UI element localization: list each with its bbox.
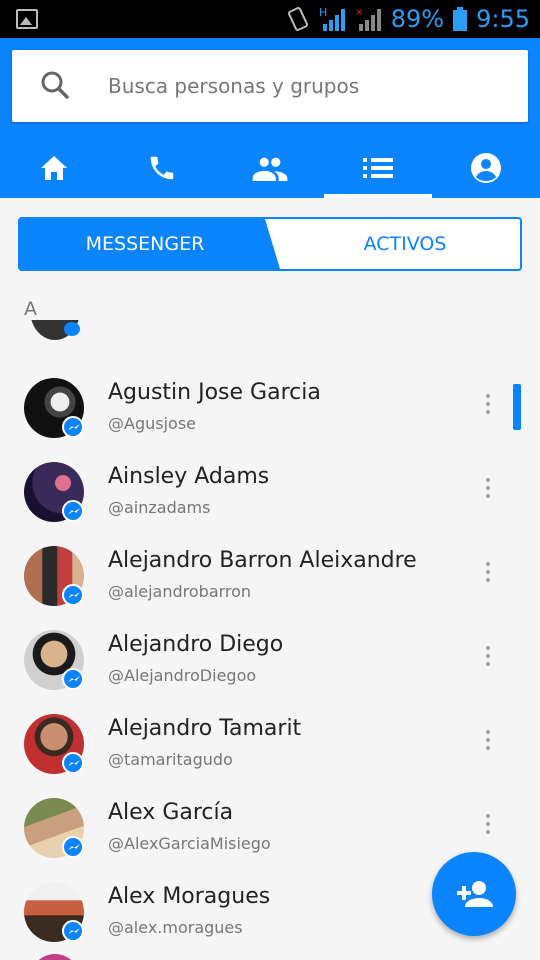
messenger-badge-icon (62, 416, 84, 438)
segment-activos[interactable]: ACTIVOS (290, 219, 520, 269)
more-options-icon[interactable] (480, 646, 496, 670)
tab-people-list[interactable] (324, 138, 432, 198)
contact-name: Alex García (108, 800, 234, 825)
vibrate-icon (287, 7, 308, 31)
groups-icon (252, 157, 288, 181)
contact-handle: @AlejandroDiegoo (108, 666, 257, 685)
image-icon (16, 9, 38, 29)
more-options-icon[interactable] (480, 562, 496, 586)
contact-row[interactable]: Agustin Jose Garcia @Agusjose (0, 364, 540, 448)
contact-name: Agustin Jose Garcia (108, 380, 321, 405)
messenger-badge-icon (62, 584, 84, 606)
home-icon (41, 156, 67, 180)
signal-icon: H (319, 6, 345, 31)
messenger-badge-icon (62, 752, 84, 774)
status-bar: H × 89% 9:55 (0, 0, 540, 38)
tab-groups[interactable] (216, 138, 324, 198)
contact-row[interactable]: Alejandro Tamarit @tamaritagudo (0, 700, 540, 784)
tab-profile[interactable] (432, 138, 540, 198)
more-options-icon[interactable] (480, 814, 496, 838)
list-icon (363, 158, 393, 178)
search-input[interactable] (108, 68, 508, 104)
section-header: A (24, 298, 37, 320)
phone-icon (150, 156, 174, 180)
partial-avatar (30, 320, 80, 340)
more-options-icon[interactable] (480, 730, 496, 754)
contact-handle: @AlexGarciaMisiego (108, 834, 271, 853)
svg-text:×: × (355, 7, 363, 18)
contact-name: Alex Moragues (108, 884, 271, 909)
add-person-icon (457, 881, 493, 907)
no-signal-icon: × (355, 7, 381, 31)
scrollbar[interactable] (513, 384, 521, 430)
contact-handle: @Agusjose (108, 414, 196, 433)
search-bar[interactable] (12, 50, 528, 122)
more-options-icon[interactable] (480, 478, 496, 502)
contact-name: Alejandro Tamarit (108, 716, 302, 741)
tab-calls[interactable] (108, 138, 216, 198)
contact-row[interactable]: Ainsley Adams @ainzadams (0, 448, 540, 532)
contact-name: Ainsley Adams (108, 464, 270, 489)
add-contact-button[interactable] (432, 852, 516, 936)
contact-handle: @alejandrobarron (108, 582, 252, 601)
battery-percentage: 89% (390, 5, 445, 33)
contact-name: Alejandro Barron Aleixandre (108, 548, 417, 573)
contact-name: Alejandro Diego (108, 632, 284, 657)
more-options-icon[interactable] (480, 394, 496, 418)
contact-row[interactable]: Alejandro Diego @AlejandroDiegoo (0, 616, 540, 700)
messenger-badge-icon (62, 500, 84, 522)
segment-messenger[interactable]: MESSENGER (20, 219, 270, 269)
status-icons: H × 89% 9:55 (285, 0, 530, 38)
profile-icon (471, 153, 501, 183)
messenger-badge-icon (62, 920, 84, 942)
segmented-control: MESSENGER ACTIVOS (18, 217, 522, 271)
search-icon (41, 71, 69, 99)
messenger-badge-icon (62, 668, 84, 690)
contact-row[interactable]: Alejandro Barron Aleixandre @alejandroba… (0, 532, 540, 616)
nav-tabs (0, 138, 540, 198)
contact-handle: @alex.moragues (108, 918, 243, 937)
contact-handle: @tamaritagudo (108, 750, 233, 769)
network-type: H (319, 6, 327, 19)
battery-icon (453, 7, 468, 31)
messenger-badge-icon (62, 836, 84, 858)
app-header (0, 38, 540, 198)
tab-home[interactable] (0, 138, 108, 198)
partial-contact-row (0, 950, 540, 960)
clock: 9:55 (476, 5, 530, 33)
contact-handle: @ainzadams (108, 498, 211, 517)
